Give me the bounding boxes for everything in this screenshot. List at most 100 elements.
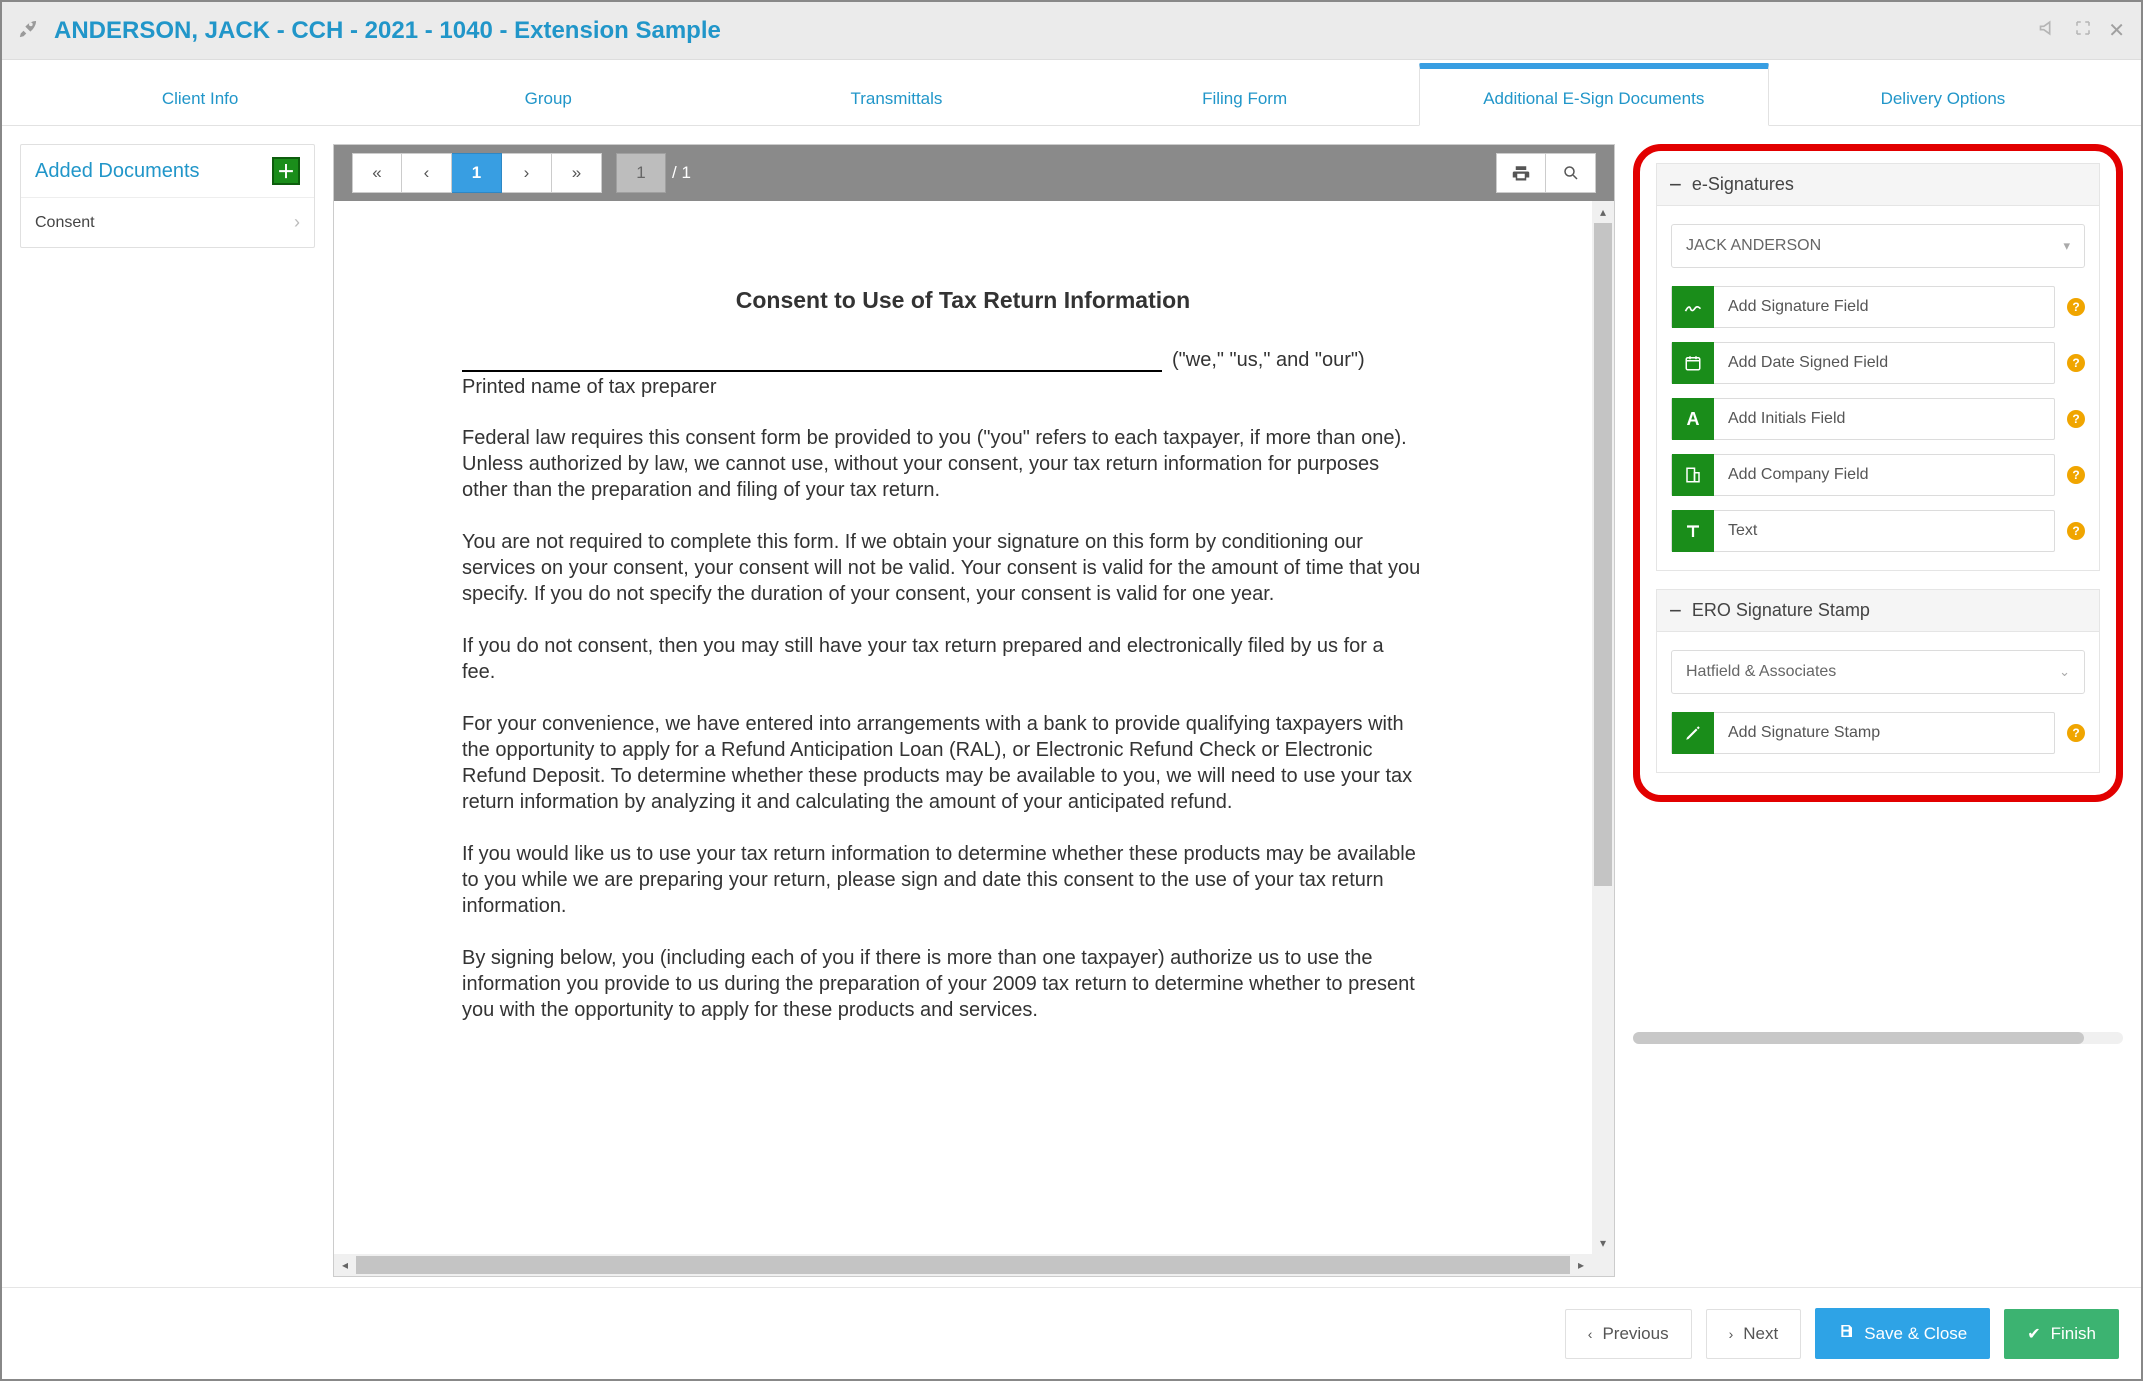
document-paragraph: If you do not consent, then you may stil… <box>462 633 1422 685</box>
document-item-consent[interactable]: Consent › <box>21 198 314 247</box>
rocket-icon <box>18 17 40 45</box>
right-panel-scrollbar[interactable] <box>1633 1032 2123 1044</box>
sig-btn-label: Text <box>1728 522 1757 540</box>
footer: ‹ Previous › Next Save & Close ✔ Finish <box>2 1287 2141 1379</box>
current-page-indicator[interactable]: 1 <box>452 153 502 193</box>
esignatures-body: JACK ANDERSON ▾ Add Signature Field ? <box>1656 206 2100 571</box>
calendar-icon <box>1672 342 1714 384</box>
sig-btn-label: Add Signature Stamp <box>1728 724 1880 742</box>
preparer-label: Printed name of tax preparer <box>462 376 1464 399</box>
added-documents-title: Added Documents <box>35 160 200 183</box>
help-icon[interactable]: ? <box>2067 466 2085 484</box>
sig-btn-label: Add Initials Field <box>1728 410 1845 428</box>
tab-additional-esign[interactable]: Additional E-Sign Documents <box>1419 63 1769 126</box>
add-text-button[interactable]: Text <box>1671 510 2055 552</box>
document-item-label: Consent <box>35 214 95 232</box>
ero-company-select[interactable]: Hatfield & Associates ⌄ <box>1671 650 2085 694</box>
esignatures-header[interactable]: − e-Signatures <box>1656 163 2100 206</box>
finish-label: Finish <box>2051 1324 2096 1344</box>
previous-button[interactable]: ‹ Previous <box>1565 1309 1692 1359</box>
right-scroll-thumb[interactable] <box>1633 1032 2084 1044</box>
help-icon[interactable]: ? <box>2067 354 2085 372</box>
prev-page-button[interactable]: ‹ <box>402 153 452 193</box>
sig-btn-label: Add Date Signed Field <box>1728 354 1888 372</box>
add-document-button[interactable]: ＋ <box>272 157 300 185</box>
chevron-right-icon: › <box>294 212 300 233</box>
horizontal-scroll-thumb[interactable] <box>356 1256 1570 1274</box>
document-title: Consent to Use of Tax Return Information <box>462 287 1464 314</box>
preparer-blank-line <box>462 348 1162 372</box>
signer-select-value: JACK ANDERSON <box>1686 237 1821 255</box>
scroll-right-button[interactable]: ▸ <box>1570 1254 1592 1276</box>
app-title: ANDERSON, JACK - CCH - 2021 - 1040 - Ext… <box>54 17 721 45</box>
document-paragraph: If you would like us to use your tax ret… <box>462 841 1422 919</box>
signature-icon <box>1672 286 1714 328</box>
add-company-button[interactable]: Add Company Field <box>1671 454 2055 496</box>
last-page-button[interactable]: » <box>552 153 602 193</box>
document-paragraph: By signing below, you (including each of… <box>462 945 1422 1023</box>
right-panel: − e-Signatures JACK ANDERSON ▾ Add Signa… <box>1633 144 2123 1277</box>
fullscreen-icon[interactable] <box>2074 19 2092 42</box>
close-icon[interactable]: ✕ <box>2108 18 2125 43</box>
signer-select[interactable]: JACK ANDERSON ▾ <box>1671 224 2085 268</box>
document-paragraph: For your convenience, we have entered in… <box>462 711 1422 815</box>
tab-group[interactable]: Group <box>374 69 722 125</box>
next-label: Next <box>1743 1324 1778 1344</box>
ero-stamp-title: ERO Signature Stamp <box>1692 600 1870 621</box>
help-icon[interactable]: ? <box>2067 298 2085 316</box>
pencil-icon <box>1672 712 1714 754</box>
check-icon: ✔ <box>2027 1324 2040 1344</box>
finish-button[interactable]: ✔ Finish <box>2004 1309 2119 1359</box>
add-initials-button[interactable]: A Add Initials Field <box>1671 398 2055 440</box>
esignatures-title: e-Signatures <box>1692 174 1794 195</box>
document-page: Consent to Use of Tax Return Information… <box>334 201 1592 1254</box>
search-icon[interactable] <box>1546 153 1596 193</box>
add-signature-stamp-button[interactable]: Add Signature Stamp <box>1671 712 2055 754</box>
chevron-down-icon: ⌄ <box>2059 664 2070 680</box>
help-icon[interactable]: ? <box>2067 724 2085 742</box>
help-icon[interactable]: ? <box>2067 522 2085 540</box>
vertical-scroll-thumb[interactable] <box>1594 223 1612 886</box>
scroll-left-button[interactable]: ◂ <box>334 1254 356 1276</box>
print-icon[interactable] <box>1496 153 1546 193</box>
save-icon <box>1838 1323 1854 1344</box>
added-documents-header: Added Documents ＋ <box>21 145 314 198</box>
tab-client-info[interactable]: Client Info <box>26 69 374 125</box>
ero-stamp-header[interactable]: − ERO Signature Stamp <box>1656 589 2100 632</box>
document-paragraph: Federal law requires this consent form b… <box>462 425 1422 503</box>
left-panel: Added Documents ＋ Consent › <box>20 144 315 1277</box>
chevron-down-icon: ▾ <box>2063 238 2070 254</box>
save-close-button[interactable]: Save & Close <box>1815 1308 1990 1359</box>
help-icon[interactable]: ? <box>2067 410 2085 428</box>
tab-filing-form[interactable]: Filing Form <box>1071 69 1419 125</box>
company-icon <box>1672 454 1714 496</box>
first-page-button[interactable]: « <box>352 153 402 193</box>
initials-icon: A <box>1672 398 1714 440</box>
page-total: / 1 <box>672 163 691 183</box>
scroll-up-button[interactable]: ▴ <box>1592 201 1614 223</box>
chevron-left-icon: ‹ <box>1588 1326 1593 1342</box>
tab-delivery-options[interactable]: Delivery Options <box>1769 69 2117 125</box>
add-date-signed-button[interactable]: Add Date Signed Field <box>1671 342 2055 384</box>
topbar: ANDERSON, JACK - CCH - 2021 - 1040 - Ext… <box>2 2 2141 60</box>
main-area: Added Documents ＋ Consent › « ‹ 1 › » <box>2 126 2141 1287</box>
horizontal-scrollbar[interactable]: ◂ ▸ <box>334 1254 1592 1276</box>
scrollbar-corner <box>1592 1254 1614 1276</box>
save-label: Save & Close <box>1864 1324 1967 1344</box>
next-page-button[interactable]: › <box>502 153 552 193</box>
right-panel-highlight: − e-Signatures JACK ANDERSON ▾ Add Signa… <box>1633 144 2123 802</box>
tab-transmittals[interactable]: Transmittals <box>722 69 1070 125</box>
page-input[interactable]: 1 <box>616 153 666 193</box>
document-paragraph: You are not required to complete this fo… <box>462 529 1422 607</box>
add-signature-field-button[interactable]: Add Signature Field <box>1671 286 2055 328</box>
sig-btn-label: Add Signature Field <box>1728 298 1869 316</box>
text-icon <box>1672 510 1714 552</box>
chevron-right-icon: › <box>1729 1326 1734 1342</box>
ero-company-value: Hatfield & Associates <box>1686 663 1836 681</box>
megaphone-icon[interactable] <box>2038 18 2058 43</box>
vertical-scrollbar[interactable]: ▴ ▾ <box>1592 201 1614 1254</box>
viewer-toolbar: « ‹ 1 › » 1 / 1 <box>334 145 1614 201</box>
next-button[interactable]: › Next <box>1706 1309 1802 1359</box>
ero-stamp-body: Hatfield & Associates ⌄ Add Signature St… <box>1656 632 2100 773</box>
scroll-down-button[interactable]: ▾ <box>1592 1232 1614 1254</box>
